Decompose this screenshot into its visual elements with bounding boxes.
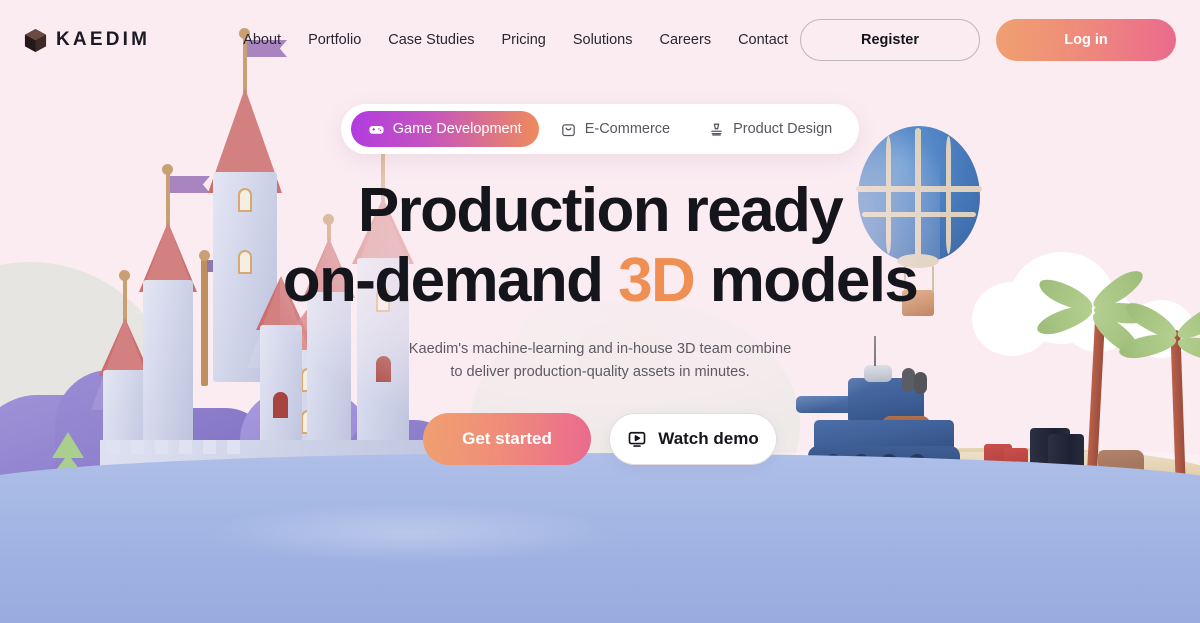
tab-label: E-Commerce bbox=[584, 121, 671, 137]
nav-item-pricing[interactable]: Pricing bbox=[502, 32, 546, 48]
nav-item-about[interactable]: About bbox=[243, 32, 281, 48]
hero-section: Game Development E-Commerce Product Desi… bbox=[0, 104, 1200, 466]
headline-line-1: Production ready bbox=[357, 176, 844, 245]
landing-page: KAEDIM About Portfolio Case Studies Pric… bbox=[0, 0, 1200, 623]
watch-demo-label: Watch demo bbox=[658, 429, 759, 449]
nav-item-contact[interactable]: Contact bbox=[738, 32, 788, 48]
brand-logo[interactable]: KAEDIM bbox=[24, 28, 150, 53]
register-button[interactable]: Register bbox=[800, 19, 980, 61]
page-title: Production ready on-demand 3D models bbox=[283, 180, 919, 312]
header-actions: Register Log in bbox=[800, 19, 1176, 61]
subhead-line-1: Kaedim's machine-learning and in-house 3… bbox=[408, 341, 792, 357]
gamepad-icon bbox=[369, 125, 384, 134]
nav-item-solutions[interactable]: Solutions bbox=[573, 32, 633, 48]
tab-label: Product Design bbox=[733, 121, 833, 137]
use-case-tabs: Game Development E-Commerce Product Desi… bbox=[340, 104, 860, 154]
hero-subtitle: Kaedim's machine-learning and in-house 3… bbox=[409, 338, 791, 383]
watch-demo-button[interactable]: Watch demo bbox=[609, 413, 777, 466]
tab-label: Game Development bbox=[392, 121, 522, 137]
site-header: KAEDIM About Portfolio Case Studies Pric… bbox=[0, 0, 1200, 80]
water-highlight bbox=[200, 503, 620, 563]
headline-line2-after: models bbox=[694, 246, 919, 315]
cta-row: Get started Watch demo bbox=[423, 413, 777, 466]
stamp-icon bbox=[711, 123, 722, 136]
brand-name: KAEDIM bbox=[56, 29, 151, 50]
play-monitor-icon bbox=[628, 432, 646, 448]
shopping-bag-icon bbox=[561, 123, 575, 136]
nav-item-careers[interactable]: Careers bbox=[660, 32, 712, 48]
nav-item-portfolio[interactable]: Portfolio bbox=[308, 32, 361, 48]
login-button[interactable]: Log in bbox=[996, 19, 1176, 61]
tab-game-development[interactable]: Game Development bbox=[350, 111, 539, 147]
main-nav: About Portfolio Case Studies Pricing Sol… bbox=[243, 32, 788, 48]
nav-item-case-studies[interactable]: Case Studies bbox=[388, 32, 474, 48]
subhead-line-2: to deliver production-quality assets in … bbox=[450, 363, 750, 380]
headline-line-2: on-demand 3D models bbox=[283, 250, 919, 312]
get-started-button[interactable]: Get started bbox=[423, 413, 591, 466]
headline-line2-before: on-demand bbox=[282, 246, 619, 315]
cube-icon bbox=[24, 28, 47, 52]
tab-e-commerce[interactable]: E-Commerce bbox=[543, 111, 687, 147]
tab-product-design[interactable]: Product Design bbox=[691, 111, 849, 147]
headline-accent: 3D bbox=[618, 246, 696, 315]
